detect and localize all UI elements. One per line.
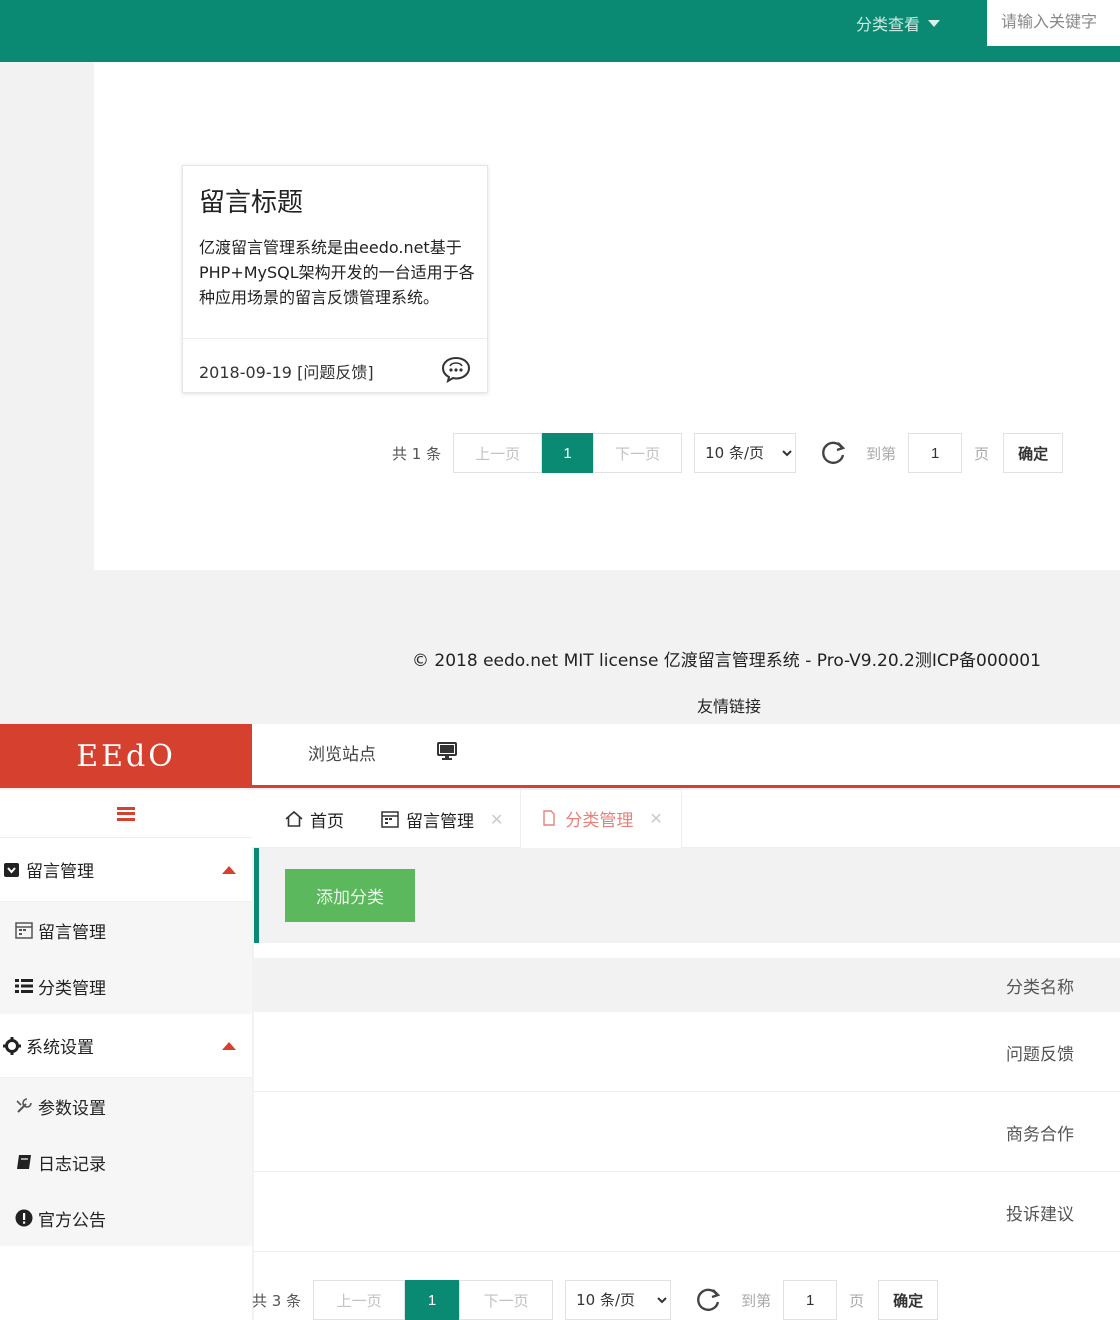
book-icon (17, 1155, 31, 1169)
page-label: 页 (974, 444, 990, 463)
sidebar-item-label: 分类管理 (38, 978, 106, 999)
sidebar-item-label: 日志记录 (38, 1154, 106, 1175)
per-page-select[interactable]: 10 条/页 (565, 1280, 672, 1320)
next-page-button[interactable]: 下一页 (593, 433, 683, 473)
hamburger-icon (117, 806, 135, 821)
sidebar-submenu-settings: 参数设置 日志记录 官方公告 (0, 1078, 252, 1246)
goto-page-input[interactable] (783, 1280, 838, 1320)
sidebar-item-parameters[interactable]: 参数设置 (0, 1078, 252, 1134)
goto-confirm-button[interactable]: 确定 (878, 1280, 939, 1320)
table-row[interactable]: 问题反馈 (254, 1012, 1120, 1092)
calendar-icon (381, 811, 399, 828)
gear-icon (3, 1036, 21, 1055)
card-date-tag: 2018-09-19 [问题反馈] (199, 363, 374, 382)
sidebar-item-message-manage[interactable]: 留言管理 (0, 902, 252, 958)
goto-label: 到第 (741, 1291, 772, 1310)
goto-label: 到第 (866, 444, 897, 463)
table-cell: 问题反馈 (1006, 1045, 1074, 1065)
admin-main: 添加分类 分类名称 问题反馈 商务合作 投诉建议 (254, 848, 1120, 1320)
tab-label: 分类管理 (565, 810, 634, 831)
wrench-icon (16, 1098, 32, 1113)
tab-label: 留言管理 (406, 811, 474, 832)
sidebar-toggle[interactable] (0, 790, 252, 838)
caret-down-icon (928, 19, 941, 27)
browse-site-link[interactable]: 浏览站点 (308, 740, 376, 765)
sidebar-item-category-manage[interactable]: 分类管理 (0, 958, 252, 1014)
add-category-button[interactable]: 添加分类 (285, 869, 415, 922)
tab-category-manage[interactable]: 分类管理 ✕ (521, 790, 681, 848)
copyright-footer: © 2018 eedo.net MIT license 亿渡留言管理系统 - P… (412, 651, 1041, 671)
current-page-button[interactable]: 1 (542, 433, 594, 473)
prev-page-button[interactable]: 上一页 (453, 433, 543, 473)
sidebar-submenu-messages: 留言管理 分类管理 (0, 902, 252, 1014)
admin-header: 浏览站点 (252, 724, 1120, 788)
page-label: 页 (849, 1291, 865, 1310)
sidebar-item-label: 参数设置 (38, 1098, 106, 1119)
pager-total: 共 1 条 (392, 444, 442, 463)
monitor-icon[interactable] (436, 740, 458, 762)
card-footer: 2018-09-19 [问题反馈] (183, 338, 487, 394)
admin-pagination: 共 3 条 上一页 1 下一页 10 条/页 到第 页 确定 (252, 1280, 939, 1320)
sidebar-item-label: 留言管理 (38, 922, 106, 943)
sidebar-item-announcement[interactable]: 官方公告 (0, 1190, 252, 1246)
close-icon[interactable]: ✕ (649, 809, 662, 828)
message-box-icon (4, 862, 19, 877)
sidebar-group-settings[interactable]: 系统设置 (0, 1014, 252, 1078)
tab-label: 首页 (310, 811, 344, 832)
sidebar-item-logs[interactable]: 日志记录 (0, 1134, 252, 1190)
home-icon (285, 810, 303, 827)
search-input[interactable] (987, 0, 1120, 46)
goto-page-input[interactable] (908, 433, 963, 473)
front-pagination: 共 1 条 上一页 1 下一页 10 条/页 到第 页 确定 (392, 433, 1064, 473)
sidebar-group-label: 留言管理 (26, 862, 94, 882)
chat-bubble-icon[interactable] (441, 355, 471, 383)
admin-tabbar: 首页 留言管理 ✕ 分类管理 ✕ (252, 790, 1120, 848)
table-row[interactable]: 商务合作 (254, 1092, 1120, 1172)
refresh-icon[interactable] (693, 1285, 723, 1315)
info-icon (15, 1209, 33, 1227)
per-page-select[interactable]: 10 条/页 (694, 433, 797, 473)
caret-up-icon (222, 1041, 236, 1050)
sidebar-group-messages[interactable]: 留言管理 (0, 838, 252, 902)
tab-message-manage[interactable]: 留言管理 ✕ (362, 790, 521, 848)
calendar-icon (15, 922, 33, 939)
column-header-category-name: 分类名称 (1006, 978, 1074, 998)
close-icon[interactable]: ✕ (490, 810, 503, 829)
refresh-icon[interactable] (818, 438, 848, 468)
sidebar-group-label: 系统设置 (26, 1038, 94, 1058)
card-title: 留言标题 (199, 188, 304, 218)
next-page-button[interactable]: 下一页 (459, 1280, 554, 1320)
category-view-label: 分类查看 (856, 15, 921, 34)
screenshot-root: 分类查看 留言标题 亿渡留言管理系统是由eedo.net基于PHP+MySQL架… (0, 0, 1120, 1320)
message-card[interactable]: 留言标题 亿渡留言管理系统是由eedo.net基于PHP+MySQL架构开发的一… (182, 165, 488, 393)
admin-sidebar: 留言管理 留言管理 分类管理 系统设置 参数设置 日志记录 官方公告 (0, 790, 252, 1320)
front-header: 分类查看 (0, 0, 1120, 62)
table-cell: 商务合作 (1006, 1125, 1074, 1145)
admin-logo[interactable]: EEdO (0, 724, 252, 788)
current-page-button[interactable]: 1 (405, 1280, 460, 1320)
admin-toolbar: 添加分类 (254, 848, 1120, 943)
caret-up-icon (222, 865, 236, 874)
list-icon (15, 979, 33, 993)
tab-home[interactable]: 首页 (252, 790, 362, 848)
prev-page-button[interactable]: 上一页 (313, 1280, 406, 1320)
table-header: 分类名称 (254, 958, 1120, 1012)
card-body: 亿渡留言管理系统是由eedo.net基于PHP+MySQL架构开发的一台适用于各… (199, 238, 475, 307)
category-view-dropdown[interactable]: 分类查看 (856, 12, 941, 34)
goto-confirm-button[interactable]: 确定 (1003, 433, 1064, 473)
table-cell: 投诉建议 (1006, 1205, 1074, 1225)
friend-links[interactable]: 友情链接 (697, 693, 761, 717)
document-icon (543, 810, 556, 826)
table-row[interactable]: 投诉建议 (254, 1172, 1120, 1252)
pager-total: 共 3 条 (252, 1291, 302, 1310)
sidebar-item-label: 官方公告 (38, 1210, 106, 1231)
